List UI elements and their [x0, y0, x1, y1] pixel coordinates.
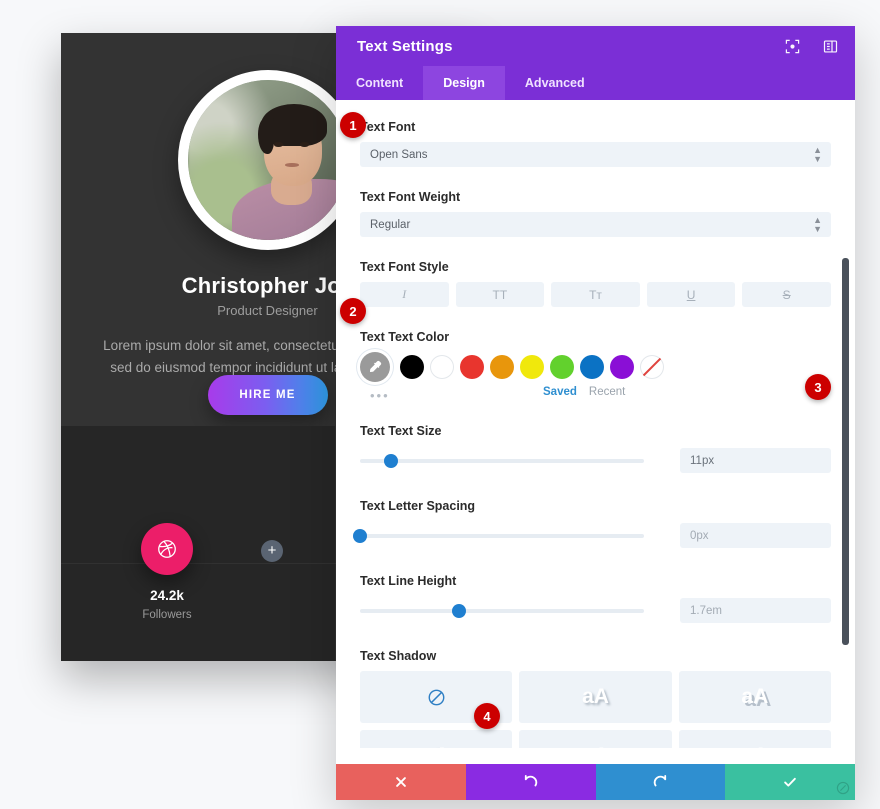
field-text-text-color: Text Text Color ••• Saved Recent: [360, 330, 831, 406]
color-tabs: Saved Recent: [543, 386, 625, 398]
color-more-button[interactable]: •••: [370, 388, 390, 403]
text-line-height-input[interactable]: [680, 598, 831, 623]
avatar: [177, 70, 358, 250]
text-font-value: Open Sans: [370, 148, 428, 161]
swatch-orange[interactable]: [490, 355, 514, 379]
cancel-button[interactable]: [336, 764, 466, 800]
field-text-letter-spacing: Text Letter Spacing: [353, 499, 831, 548]
text-font-weight-select[interactable]: Regular ▲ ▼: [360, 212, 831, 237]
text-text-color-label: Text Text Color: [360, 330, 450, 344]
chevron-updown-icon: ▲ ▼: [813, 144, 822, 164]
swatch-green[interactable]: [550, 355, 574, 379]
dribbble-icon: [141, 523, 193, 575]
slider-knob[interactable]: [384, 453, 399, 468]
field-text-font: Text Font Open Sans ▲ ▼: [360, 120, 831, 167]
save-button[interactable]: [725, 764, 855, 800]
modal-footer: [336, 764, 855, 800]
undo-button[interactable]: [465, 764, 596, 800]
field-text-font-weight: Text Font Weight Regular ▲ ▼: [360, 190, 831, 237]
tab-content[interactable]: Content: [336, 66, 423, 100]
layout-panel-icon[interactable]: [819, 35, 841, 57]
text-shadow-label: Text Shadow: [360, 649, 437, 663]
text-line-height-label: Text Line Height: [360, 574, 457, 588]
recent-colors-tab[interactable]: Recent: [589, 386, 625, 398]
field-text-font-style: Text Font Style I TT Tᴛ U S: [360, 260, 831, 307]
italic-button[interactable]: I: [360, 282, 449, 307]
text-shadow-1-button[interactable]: aA: [519, 671, 672, 723]
text-shadow-2-button[interactable]: aA: [678, 671, 831, 723]
text-text-size-input[interactable]: [680, 448, 831, 473]
swatch-none[interactable]: [640, 355, 664, 379]
text-text-size-label: Text Text Size: [360, 424, 442, 438]
text-font-weight-value: Regular: [370, 218, 411, 231]
slider-knob[interactable]: [452, 603, 467, 618]
text-shadow-3-button[interactable]: aA: [360, 730, 513, 748]
text-font-weight-label: Text Font Weight: [360, 190, 461, 204]
swatch-yellow[interactable]: [520, 355, 544, 379]
field-text-text-size: Text Text Size: [360, 424, 831, 473]
swatch-purple[interactable]: [610, 355, 634, 379]
strikethrough-button[interactable]: S: [742, 282, 831, 307]
annotation-badge-4: 4: [474, 703, 500, 729]
followers-count: 24.2k: [150, 588, 184, 603]
resize-handle-icon[interactable]: [833, 778, 853, 798]
uppercase-button[interactable]: TT: [455, 282, 545, 307]
field-text-line-height: Text Line Height: [360, 574, 831, 623]
saved-colors-tab[interactable]: Saved: [543, 386, 577, 398]
text-font-label: Text Font: [360, 120, 416, 134]
color-swatch-row: [360, 352, 831, 382]
fullscreen-icon[interactable]: [781, 35, 803, 57]
text-shadow-5-button[interactable]: aA: [678, 730, 831, 748]
modal-header: Text Settings: [336, 26, 855, 66]
swatch-white[interactable]: [430, 355, 454, 379]
text-letter-spacing-input[interactable]: [680, 523, 831, 548]
text-shadow-options: aA aA aA aA aA: [360, 671, 831, 748]
text-settings-modal: Text Settings Content Design Advanced Te…: [336, 26, 855, 800]
text-letter-spacing-label: Text Letter Spacing: [360, 499, 476, 513]
slider-knob[interactable]: [353, 528, 367, 543]
swatch-red[interactable]: [460, 355, 484, 379]
text-text-size-slider[interactable]: [360, 453, 644, 468]
underline-button[interactable]: U: [646, 282, 736, 307]
color-meta-row: ••• Saved Recent: [360, 384, 831, 406]
text-text-size-row: [360, 448, 831, 473]
page-title: Text Settings: [357, 37, 453, 55]
eyedropper-icon[interactable]: [360, 352, 390, 382]
text-letter-spacing-row: [353, 523, 831, 548]
annotation-badge-3: 3: [805, 374, 831, 400]
text-letter-spacing-slider[interactable]: [353, 528, 644, 543]
chevron-updown-icon: ▲ ▼: [813, 214, 822, 234]
annotation-badge-2: 2: [340, 298, 366, 324]
swatch-black[interactable]: [400, 355, 424, 379]
modal-body: Text Font Open Sans ▲ ▼ Text Font Weight …: [336, 100, 855, 748]
text-line-height-row: [360, 598, 831, 623]
modal-header-actions: [781, 35, 841, 57]
tab-advanced[interactable]: Advanced: [505, 66, 605, 100]
capitalize-button[interactable]: Tᴛ: [551, 282, 640, 307]
text-line-height-slider[interactable]: [360, 603, 644, 618]
annotation-badge-1: 1: [340, 112, 366, 138]
swatch-blue[interactable]: [580, 355, 604, 379]
tab-design[interactable]: Design: [423, 66, 505, 100]
add-stat-button[interactable]: +: [261, 540, 283, 562]
hire-me-button[interactable]: HIRE ME: [207, 375, 328, 415]
text-shadow-4-button[interactable]: aA: [519, 730, 672, 748]
followers-label: Followers: [142, 609, 192, 621]
text-font-style-label: Text Font Style: [360, 260, 449, 274]
settings-scroll-area: Text Font Open Sans ▲ ▼ Text Font Weight …: [336, 100, 855, 748]
avatar-photo: [187, 80, 348, 240]
modal-tabs: Content Design Advanced: [336, 66, 855, 100]
modal-scrollbar[interactable]: [842, 258, 849, 645]
redo-button[interactable]: [595, 764, 726, 800]
field-text-shadow: Text Shadow aA aA aA aA aA: [360, 649, 831, 748]
text-font-select[interactable]: Open Sans ▲ ▼: [360, 142, 831, 167]
text-font-style-options: I TT Tᴛ U S: [360, 282, 831, 307]
